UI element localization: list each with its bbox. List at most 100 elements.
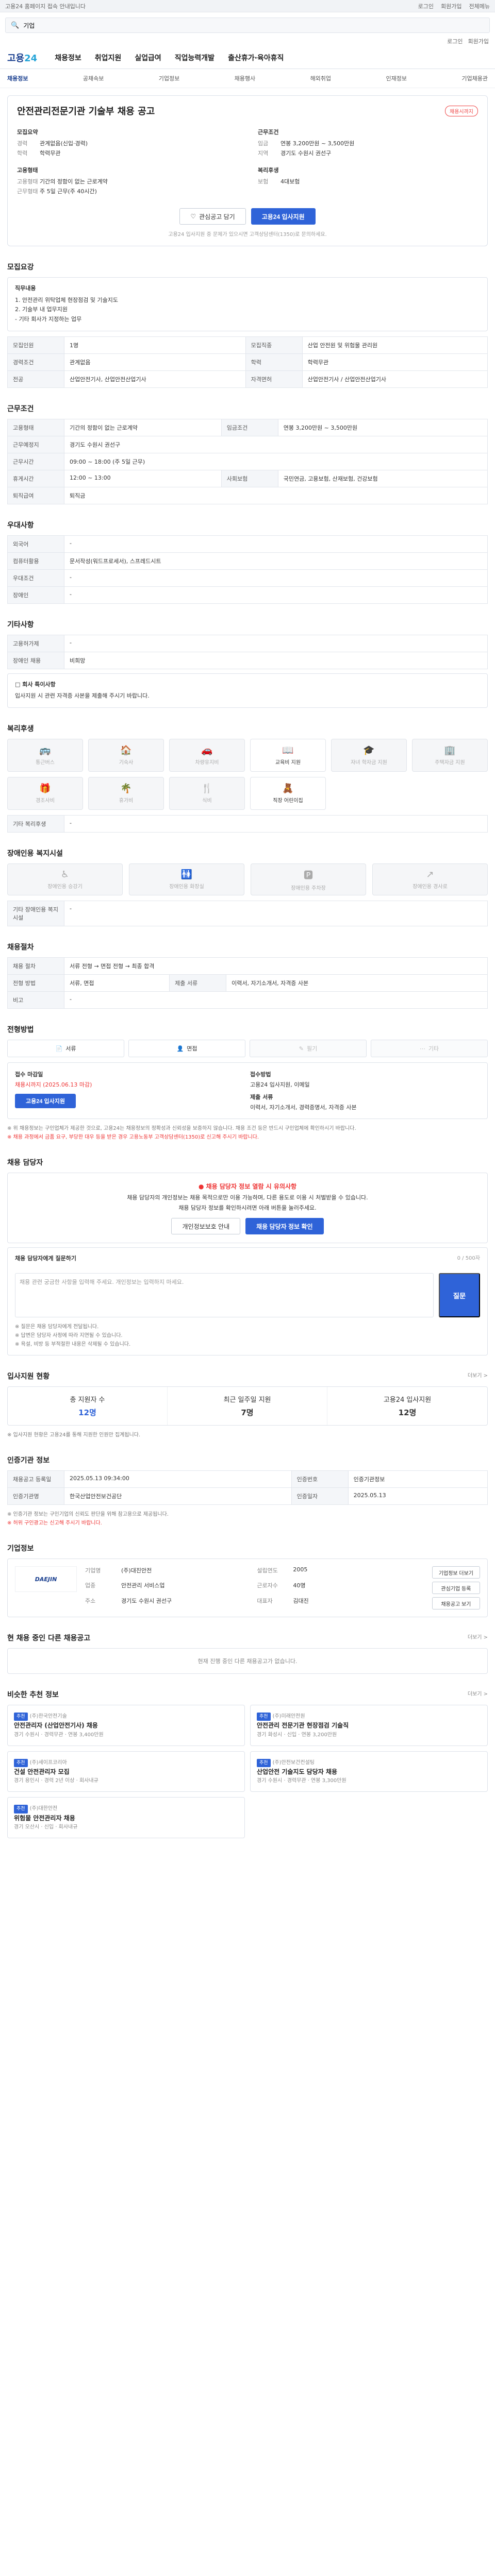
other-jobs-more[interactable]: 더보기 > — [468, 1633, 488, 1640]
subnav-talent[interactable]: 인재정보 — [386, 74, 406, 82]
section-conditions: 근무조건 고용형태 기간의 정함이 없는 근로계약 임금조건 연봉 3,200만원 ~… — [7, 403, 488, 504]
scrap-button[interactable]: ♡ 관심공고 담기 — [179, 208, 246, 225]
site-logo[interactable]: 고용24 — [7, 51, 37, 64]
welfare-icon: 🌴 — [120, 783, 132, 794]
recommend-tag: 추천 — [14, 1758, 28, 1767]
gnb-training[interactable]: 직업능력개발 — [175, 53, 214, 63]
privacy-guide-button[interactable]: 개인정보보호 안내 — [171, 1218, 241, 1235]
util-signup[interactable]: 회원가입 — [468, 37, 489, 45]
recommend-company: (주)세이프코리아 — [29, 1759, 67, 1766]
subnav-company[interactable]: 기업정보 — [159, 74, 179, 82]
disability-item: ↗ 장애인용 경사로 — [372, 863, 488, 896]
recommend-grid: 추천 (주)한국안전기술 안전관리자 (산업안전기사) 채용 경기 수원시 · 경력무… — [7, 1705, 488, 1838]
recommend-tag: 추천 — [14, 1713, 28, 1721]
welfare-item: 🏢 주택자금 지원 — [412, 739, 488, 772]
util-links: 로그인 회원가입 — [0, 36, 495, 46]
recommend-title: 안전관리 전문기관 현장점검 기술직 — [257, 1722, 349, 1730]
question-box: 채용 담당자에게 질문하기 0 / 500자 채용 관련 궁금한 사항을 입력해… — [7, 1247, 488, 1355]
apply-button-2[interactable]: 고용24 입사지원 — [15, 1094, 76, 1109]
search-input[interactable] — [23, 22, 484, 29]
welfare-item: 🏠 기숙사 — [88, 739, 164, 772]
welfare-etc-table: 기타 복리후생 - — [7, 815, 488, 833]
welfare-item: 🌴 휴가비 — [88, 777, 164, 810]
job-duty-box: 직무내용 1. 안전관리 위탁업체 현장점검 및 기술지도 2. 기술부 내 업… — [7, 277, 488, 331]
section-contact: 채용 담당자 ● 채용 담당자 정보 열람 시 유의사항 채용 담당자의 개인정… — [7, 1157, 488, 1355]
question-submit-button[interactable]: 질문 — [439, 1273, 480, 1317]
welfare-icon: 🍴 — [201, 783, 213, 794]
recommend-sub: 경기 화성시 · 신입 · 연봉 3,200만원 — [257, 1732, 337, 1738]
recommend-title: 건설 안전관리자 모집 — [14, 1768, 70, 1775]
recommend-card[interactable]: 추천 (주)대한안전 위험물 안전관리자 채용 경기 오산시 · 신입 · 회사내규 — [7, 1797, 245, 1838]
recommend-card[interactable]: 추천 (주)안전보건컨설팅 산업안전 기술지도 담당자 채용 경기 수원시 · 경력무… — [250, 1751, 488, 1792]
section-etc: 기타사항 고용허가제 - 장애인 채용 비희망 □ 회사 특이사항 입사지원 시 관… — [7, 619, 488, 708]
gnb-jobs[interactable]: 채용정보 — [55, 53, 81, 63]
search-box[interactable]: 🔍 — [5, 18, 490, 33]
welfare-label: 주택자금 지원 — [435, 760, 465, 766]
section-recommend: 비슷한 추천 정보 더보기 > 추천 (주)한국안전기술 안전관리자 (산업안전기사)… — [7, 1689, 488, 1838]
disability-etc-table: 기타 장애인용 복지시설 - — [7, 901, 488, 927]
util-login[interactable]: 로그인 — [447, 37, 463, 45]
gnb-unemployment[interactable]: 실업급여 — [135, 53, 161, 63]
subnav-event[interactable]: 채용행사 — [235, 74, 255, 82]
status-badge: 채용시까지 — [445, 105, 478, 116]
gnb-leave[interactable]: 출산휴가·육아휴직 — [228, 53, 284, 63]
job-summary-card: 안전관리전문기관 기술부 채용 공고 채용시까지 모집요약 경력 관계없음(신입·… — [7, 95, 488, 246]
welfare-icon: 🏠 — [120, 745, 132, 756]
recommend-tag: 추천 — [14, 1805, 28, 1814]
selection-tab-written: ✎ 필기 — [250, 1040, 367, 1058]
disability-label: 장애인용 주차장 — [291, 885, 326, 891]
apply-button[interactable]: 고용24 입사지원 — [251, 208, 316, 225]
recommend-company: (주)미래안전원 — [272, 1714, 305, 1719]
welfare-icon: 🧸 — [282, 783, 294, 794]
welfare-label: 경조사비 — [36, 798, 55, 804]
top-link-menu[interactable]: 전체메뉴 — [469, 2, 490, 10]
recommend-card[interactable]: 추천 (주)미래안전원안전관리 전문기관 현장점검 기술직경기 화성시 · 신입 … — [250, 1705, 488, 1746]
apply-stats-more[interactable]: 더보기 > — [468, 1371, 488, 1379]
welfare-icon: 🎓 — [363, 745, 375, 756]
view-contact-button[interactable]: 채용 담당자 정보 확인 — [245, 1218, 324, 1235]
etc-table: 고용허가제 - 장애인 채용 비희망 — [7, 634, 488, 669]
subnav-jobs[interactable]: 채용정보 — [7, 74, 28, 82]
company-jobs-button[interactable]: 채용공고 보기 — [432, 1597, 480, 1609]
recommend-company: (주)한국안전기술 — [29, 1714, 67, 1719]
selection-tab-etc: ⋯ 기타 — [371, 1040, 488, 1058]
subnav-hall[interactable]: 기업채용관 — [461, 74, 488, 82]
disability-label: 장애인용 화장실 — [169, 884, 204, 890]
section-disability: 장애인용 복지시설 ♿ 장애인용 승강기 🚻 장애인용 화장실 🅿 장애인용 주차장 ↗ 장애… — [7, 848, 488, 927]
welfare-item: 🎁 경조사비 — [7, 777, 83, 810]
recommend-more[interactable]: 더보기 > — [468, 1689, 488, 1697]
recommend-card[interactable]: 추천 (주)한국안전기술 안전관리자 (산업안전기사) 채용 경기 수원시 · 경력무… — [7, 1705, 245, 1746]
selection-tabs: 📄 서류 👤 면접 ✎ 필기 ⋯ 기타 — [7, 1040, 488, 1058]
conditions-table: 고용형태 기간의 정함이 없는 근로계약 임금조건 연봉 3,200만원 ~ 3,50… — [7, 418, 488, 504]
welfare-item: 🚌 통근버스 — [7, 739, 83, 772]
recruit-table: 모집인원 1명 모집직종 산업 안전원 및 위험물 관리원 경력조건 관계없음 학력 학력무… — [7, 336, 488, 388]
top-link-signup[interactable]: 회원가입 — [441, 2, 461, 10]
company-more-button[interactable]: 기업정보 더보기 — [432, 1566, 480, 1579]
disability-grid: ♿ 장애인용 승강기 🚻 장애인용 화장실 🅿 장애인용 주차장 ↗ 장애인용 경사로 — [7, 863, 488, 896]
top-notice-bar: 고용24 홈페이지 접속 안내입니다 로그인 회원가입 전체메뉴 — [0, 0, 495, 12]
recommend-tag: 추천 — [257, 1713, 271, 1721]
gnb-career[interactable]: 취업지원 — [95, 53, 122, 63]
section-process: 채용절차 채용 절차 서류 전형 → 면접 전형 → 최종 합격 전형 방법 서류,… — [7, 942, 488, 1009]
disability-item: 🅿 장애인용 주차장 — [251, 863, 366, 896]
sub-nav: 채용정보 공채속보 기업정보 채용행사 해외취업 인재정보 기업채용관 — [0, 69, 495, 88]
disability-item: ♿ 장애인용 승강기 — [7, 863, 123, 896]
job-title: 안전관리전문기관 기술부 채용 공고 — [17, 106, 155, 117]
recommend-title: 안전관리자 (산업안전기사) 채용 — [14, 1722, 98, 1730]
top-link-login[interactable]: 로그인 — [418, 2, 434, 10]
subnav-open[interactable]: 공채속보 — [83, 74, 104, 82]
subnav-overseas[interactable]: 해외취업 — [310, 74, 331, 82]
pencil-icon: ✎ — [299, 1045, 304, 1052]
selection-notice: ※ 위 채용정보는 구인업체가 제공한 것으로, 고용24는 채용정보의 정확성… — [7, 1126, 356, 1141]
company-follow-button[interactable]: 관심기업 등록 — [432, 1582, 480, 1594]
company-note-box: □ 회사 특이사항 입사지원 시 관련 자격증 사본을 제출해 주시기 바랍니다… — [7, 673, 488, 708]
welfare-item: 🚗 차량유지비 — [169, 739, 245, 772]
disability-label: 장애인용 승강기 — [47, 884, 82, 890]
recommend-card[interactable]: 추천 (주)세이프코리아 건설 안전관리자 모집 경기 용인시 · 경력 2년 이상 … — [7, 1751, 245, 1792]
employment-summary: 고용형태 고용형태 기간의 정함이 없는 근로계약 근무형태 주 5일 근무(주 4… — [17, 167, 108, 195]
question-textarea[interactable]: 채용 관련 궁금한 사항을 입력해 주세요. 개인정보는 입력하지 마세요. — [15, 1273, 434, 1317]
disability-label: 장애인용 경사로 — [412, 884, 448, 890]
section-apply-stats: 입사지원 현황 더보기 > 총 지원자 수 12명 최근 일주일 지원 7명 고용24… — [7, 1371, 488, 1439]
welfare-label: 교육비 지원 — [275, 760, 301, 766]
section-welfare: 복리후생 🚌 통근버스 🏠 기숙사 🚗 차량유지비 📖 교육비 지원 🎓 자녀 학자금 지원 🏢 주택… — [7, 723, 488, 833]
